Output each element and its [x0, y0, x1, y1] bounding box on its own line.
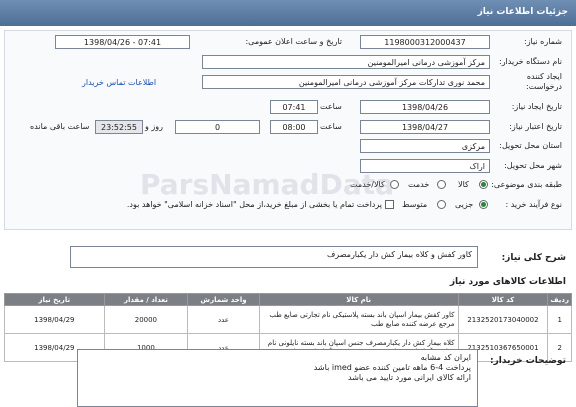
summary-label: شرح کلی نیاز: — [501, 253, 566, 263]
deadline-label: تاریخ اعتبار نیاز: — [509, 122, 562, 131]
col-index: ردیف — [547, 293, 572, 306]
purchase-option-partial: جزیی — [455, 200, 474, 209]
treasury-payment-checkbox[interactable] — [385, 200, 394, 209]
category-radio-goods[interactable] — [479, 180, 488, 189]
row-name: کاور کفش بیمار اسپان باند بسته پلاستیکی … — [258, 305, 459, 334]
announce-field: 1398/04/26 - 07:41 — [55, 35, 190, 49]
deadline-time-label: ساعت — [320, 122, 342, 131]
province-label: استان محل تحویل: — [499, 141, 562, 150]
city-label: شهر محل تحویل: — [504, 161, 562, 170]
need-number-field: 1198000312000437 — [360, 35, 490, 49]
created-time-field: 07:41 — [270, 100, 318, 114]
table-row: 1 2132520173040002 کاور کفش بیمار اسپان … — [4, 305, 572, 334]
buyer-notes-box: ایران کد مشابه پرداخت 4-6 ماهه تامین کنن… — [77, 349, 478, 407]
category-radio-service[interactable] — [437, 180, 446, 189]
summary-field: کاور کفش و کلاه بیمار کش دار یکبارمصرف — [70, 246, 478, 268]
requester-label: ایجاد کننده درخواست: — [526, 72, 562, 91]
col-code: کد کالا — [457, 293, 549, 306]
items-section-title: اطلاعات کالاهای مورد نیاز — [449, 277, 566, 287]
remaining-time-field: 23:52:55 — [95, 120, 143, 134]
col-qty: تعداد / مقدار — [103, 293, 189, 306]
category-option-goods: کالا — [458, 180, 469, 189]
province-field: مرکزی — [360, 139, 490, 153]
category-option-service: خدمت — [408, 180, 430, 189]
deadline-date-field: 1398/04/27 — [360, 120, 490, 134]
announce-label: تاریخ و ساعت اعلان عمومی: — [245, 37, 342, 46]
category-label: طبقه بندی موضوعی: — [491, 180, 562, 189]
buyer-org-label: نام دستگاه خریدار: — [499, 57, 562, 66]
col-unit: واحد شمارش — [187, 293, 260, 306]
requester-field: محمد نوری تدارکات مرکز آموزشی درمانی امی… — [202, 75, 490, 89]
page-title: جزئیات اطلاعات نیاز — [477, 7, 568, 17]
treasury-payment-note: پرداخت تمام یا بخشی از مبلغ خرید،از محل … — [126, 200, 382, 209]
purchase-radio-partial[interactable] — [479, 200, 488, 209]
purchase-type-label: نوع فرآیند خرید : — [505, 200, 562, 209]
days-label: روز و — [145, 122, 163, 131]
page-header: جزئیات اطلاعات نیاز — [0, 0, 576, 26]
items-table-header: ردیف کد کالا نام کالا واحد شمارش تعداد /… — [4, 293, 572, 306]
buyer-contact-link[interactable]: اطلاعات تماس خریدار — [82, 78, 156, 87]
col-name: نام کالا — [258, 293, 459, 306]
buyer-org-field: مرکز آموزشی درمانی امیرالمومنین — [202, 55, 490, 69]
created-time-label: ساعت — [320, 102, 342, 111]
row-qty: 20000 — [103, 305, 189, 334]
need-number-label: شماره نیاز: — [524, 37, 562, 46]
created-label: تاریخ ایجاد نیاز: — [511, 102, 562, 111]
watermark-text: ParsNamadData — [140, 168, 394, 201]
col-date: تاریخ نیاز — [4, 293, 105, 306]
row-unit: عدد — [187, 305, 260, 334]
created-date-field: 1398/04/26 — [360, 100, 490, 114]
buyer-note-line: ایران کد مشابه — [420, 353, 471, 362]
purchase-radio-medium[interactable] — [437, 200, 446, 209]
buyer-notes-label: توضیحات خریدار: — [490, 356, 566, 366]
row-code: 2132520173040002 — [457, 305, 549, 334]
buyer-note-line: پرداخت 4-6 ماهه تامین کننده عضو imed باش… — [313, 363, 471, 372]
remaining-days-field: 0 — [175, 120, 260, 134]
buyer-note-line: ارائه کالای ایرانی مورد تایید می باشد — [348, 373, 471, 382]
deadline-time-field: 08:00 — [270, 120, 318, 134]
row-index: 1 — [547, 305, 572, 334]
purchase-option-medium: متوسط — [402, 200, 428, 209]
remaining-label: ساعت باقی مانده — [30, 122, 90, 131]
row-date: 1398/04/29 — [4, 305, 105, 334]
